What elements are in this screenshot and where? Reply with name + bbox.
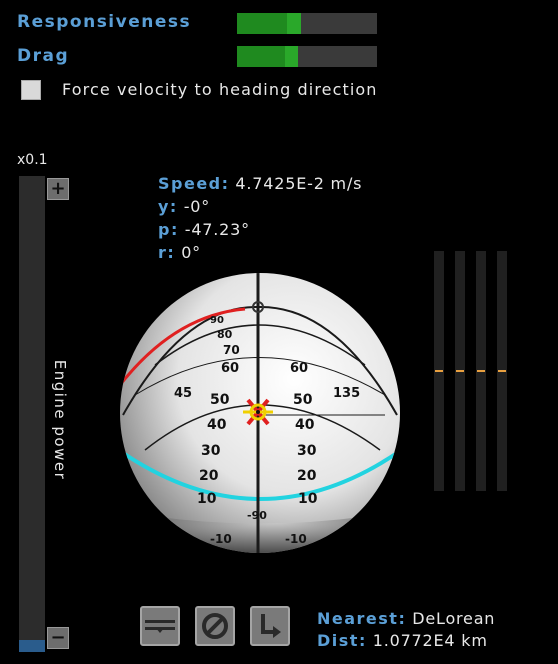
engine-power-label: Engine power <box>51 359 69 481</box>
drag-fill <box>237 46 285 67</box>
gauge-4 <box>497 251 507 491</box>
roll-value: 0° <box>181 243 201 262</box>
gauge-3 <box>476 251 486 491</box>
pitch-value: -47.23° <box>184 220 250 239</box>
roll-key: r: <box>158 243 176 262</box>
responsiveness-fill <box>237 13 287 34</box>
svg-text:-10: -10 <box>210 532 232 546</box>
navball: 90 80 70 60 60 50 50 45 135 40 40 30 30 … <box>120 273 400 553</box>
responsiveness-fill-highlight <box>287 13 301 34</box>
dist-value: 1.0772E4 km <box>372 631 488 650</box>
responsiveness-label: Responsiveness <box>17 12 192 32</box>
svg-text:80: 80 <box>217 328 233 341</box>
engine-decrease-button[interactable]: − <box>47 627 69 649</box>
svg-text:20: 20 <box>297 468 317 484</box>
stabilize-button[interactable] <box>140 606 180 646</box>
force-velocity-label: Force velocity to heading direction <box>62 80 378 99</box>
drag-slider[interactable] <box>237 46 377 67</box>
svg-text:10: 10 <box>197 491 217 507</box>
minus-icon: − <box>50 627 66 648</box>
yaw-key: y: <box>158 197 178 216</box>
svg-text:50: 50 <box>293 392 313 408</box>
flight-info: Speed: 4.7425E-2 m/s y: -0° p: -47.23° r… <box>158 172 362 264</box>
nearest-value: DeLorean <box>412 609 496 628</box>
svg-text:135: 135 <box>333 386 360 401</box>
svg-text:40: 40 <box>207 417 227 433</box>
svg-text:-90: -90 <box>247 509 267 522</box>
turn-arrow-icon <box>261 614 281 638</box>
svg-text:30: 30 <box>201 443 221 459</box>
stabilize-icon <box>145 620 175 633</box>
svg-text:60: 60 <box>221 361 239 376</box>
plus-icon: + <box>50 178 66 199</box>
nearest-target: Nearest: DeLorean Dist: 1.0772E4 km <box>317 608 495 652</box>
no-rotation-icon <box>202 613 228 639</box>
svg-text:-10: -10 <box>285 532 307 546</box>
svg-text:40: 40 <box>295 417 315 433</box>
kill-rotation-button[interactable] <box>195 606 235 646</box>
drag-label: Drag <box>17 46 70 66</box>
svg-text:90: 90 <box>210 315 224 326</box>
svg-text:10: 10 <box>298 491 318 507</box>
drag-fill-highlight <box>285 46 298 67</box>
svg-text:45: 45 <box>174 386 192 401</box>
svg-text:30: 30 <box>297 443 317 459</box>
svg-text:50: 50 <box>210 392 230 408</box>
engine-power-fill <box>19 640 45 652</box>
nearest-key: Nearest: <box>317 609 407 628</box>
speed-key: Speed: <box>158 174 230 193</box>
gauge-1 <box>434 251 444 491</box>
svg-text:60: 60 <box>290 361 308 376</box>
speed-value: 4.7425E-2 m/s <box>235 174 363 193</box>
zoom-label: x0.1 <box>17 152 48 168</box>
svg-text:70: 70 <box>223 343 240 357</box>
pitch-key: p: <box>158 220 179 239</box>
svg-text:20: 20 <box>199 468 219 484</box>
gauge-2 <box>455 251 465 491</box>
turn-button[interactable] <box>250 606 290 646</box>
engine-power-slider[interactable] <box>19 176 45 652</box>
force-velocity-checkbox[interactable] <box>21 80 41 100</box>
dist-key: Dist: <box>317 631 367 650</box>
yaw-value: -0° <box>183 197 211 216</box>
responsiveness-slider[interactable] <box>237 13 377 34</box>
engine-increase-button[interactable]: + <box>47 178 69 200</box>
